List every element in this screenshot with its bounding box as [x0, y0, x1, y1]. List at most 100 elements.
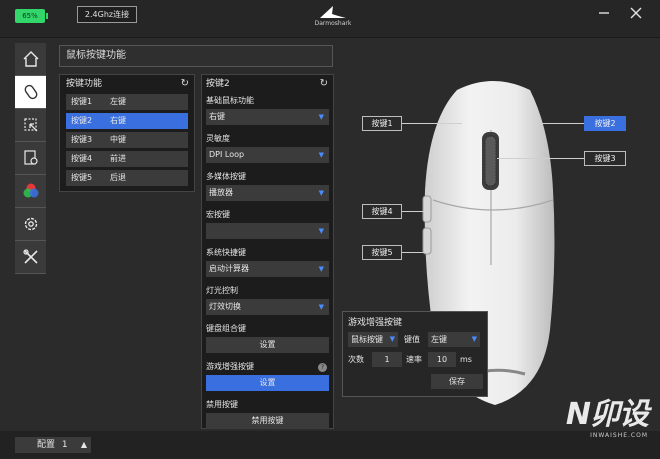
disable-key-label: 禁用按键 — [206, 400, 238, 409]
media-key-label: 多媒体按键 — [206, 172, 246, 181]
sidebar-item-lighting[interactable] — [15, 175, 46, 208]
help-icon[interactable]: ? — [318, 363, 327, 372]
tools-icon — [22, 249, 38, 264]
refresh-icon[interactable]: ↻ — [181, 75, 189, 93]
rate-input[interactable]: 10 — [428, 351, 456, 367]
count-input[interactable]: 1 — [372, 351, 402, 367]
callout-key-4[interactable]: 按键4 — [362, 204, 402, 219]
game-enhance-panel: 游戏增强按键 鼠标按键 ▼ 键值 左键 ▼ 次数 1 速率 10 ms 保存 — [342, 311, 488, 397]
key-detail-panel: 按键2 ↻ 基础鼠标功能 右键 ▼ 灵敏度 DPI Loop ▼ 多媒体按键 播放器… — [201, 74, 334, 429]
callout-key-2[interactable]: 按键2 — [584, 116, 626, 131]
callout-line — [402, 252, 424, 253]
sidebar — [15, 43, 46, 283]
game-enhance-label-text: 游戏增强按键 — [206, 362, 254, 371]
callout-key-1[interactable]: 按键1 — [362, 116, 402, 131]
basic-function-select[interactable]: 右键 ▼ — [206, 109, 329, 125]
system-shortcut-select[interactable]: 启动计算器 ▼ — [206, 261, 329, 277]
close-button[interactable] — [628, 7, 644, 23]
rate-label: 速率 — [406, 354, 422, 364]
profile-number: 1 — [61, 440, 68, 450]
key-row-4[interactable]: 按键4 前进 — [66, 151, 188, 167]
macro-key-select[interactable]: ▼ — [206, 223, 329, 239]
home-icon — [23, 51, 38, 67]
select-value: 播放器 — [209, 188, 233, 197]
detail-title: 按键2 — [206, 79, 230, 89]
minimize-button[interactable] — [596, 7, 612, 23]
keyboard-combo-set-button[interactable]: 设置 — [206, 337, 329, 353]
callout-line — [537, 123, 584, 124]
select-value: 左键 — [431, 334, 447, 344]
media-key-select[interactable]: 播放器 ▼ — [206, 185, 329, 201]
light-control-label: 灯光控制 — [206, 286, 238, 295]
sidebar-item-settings[interactable] — [15, 208, 46, 241]
chevron-up-icon: ▲ — [80, 440, 87, 449]
game-enhance-set-button[interactable]: 设置 — [206, 375, 329, 391]
dropdown-arrow-icon: ▼ — [318, 303, 324, 311]
sidebar-item-mouse-buttons[interactable] — [15, 76, 46, 109]
key-row-1[interactable]: 按键1 左键 — [66, 94, 188, 110]
sensitivity-select[interactable]: DPI Loop ▼ — [206, 147, 329, 163]
shark-fin-icon — [320, 6, 346, 18]
watermark-brand: N卯设 — [565, 397, 649, 432]
dropdown-arrow-icon: ▼ — [318, 265, 324, 273]
select-value: 鼠标按键 — [351, 334, 383, 344]
game-type-select[interactable]: 鼠标按键 ▼ — [348, 331, 398, 347]
key-function-list: 按键功能 ↻ 按键1 左键 按键2 右键 按键3 中键 按键4 前进 按键5 后退 — [59, 74, 195, 192]
key-name: 按键4 — [71, 154, 93, 163]
key-function: 中键 — [110, 135, 126, 144]
select-value: 启动计算器 — [209, 264, 249, 273]
dropdown-arrow-icon: ▼ — [318, 189, 324, 197]
sidebar-item-tools[interactable] — [15, 241, 46, 274]
dropdown-arrow-icon: ▼ — [471, 334, 477, 343]
title-bar: 65% 2.4Ghz连接 Darmoshark — [0, 0, 660, 38]
connection-status: 2.4Ghz连接 — [77, 6, 137, 23]
game-key-select[interactable]: 左键 ▼ — [428, 331, 480, 347]
logo-text: Darmoshark — [314, 20, 352, 27]
key-row-3[interactable]: 按键3 中键 — [66, 132, 188, 148]
key-list-title: 按键功能 — [66, 79, 103, 89]
game-enhance-row-count: 次数 1 速率 10 ms — [343, 349, 487, 369]
key-function: 左键 — [110, 97, 126, 106]
gear-icon — [24, 217, 37, 231]
rgb-color-icon — [23, 183, 38, 198]
key-name: 按键1 — [71, 97, 93, 106]
save-button[interactable]: 保存 — [431, 374, 483, 389]
dropdown-arrow-icon: ▼ — [318, 227, 324, 235]
game-enhance-title: 游戏增强按键 — [348, 318, 403, 328]
dropdown-arrow-icon: ▼ — [318, 151, 324, 159]
battery-level: 65% — [22, 12, 38, 20]
callout-line — [402, 211, 424, 212]
sidebar-item-performance[interactable] — [15, 142, 46, 175]
light-control-select[interactable]: 灯效切换 ▼ — [206, 299, 329, 315]
macro-edit-icon — [23, 118, 37, 132]
rate-unit: ms — [460, 354, 472, 364]
game-enhance-row-key: 鼠标按键 ▼ 键值 左键 ▼ — [343, 329, 487, 349]
sidebar-item-home[interactable] — [15, 43, 46, 76]
watermark-logo: N卯设 — [548, 397, 649, 432]
refresh-icon[interactable]: ↻ — [320, 75, 328, 93]
key-function: 后退 — [110, 173, 126, 182]
callout-line — [497, 158, 584, 159]
callout-key-5[interactable]: 按键5 — [362, 245, 402, 260]
key-row-2[interactable]: 按键2 右键 — [66, 113, 188, 129]
key-row-5[interactable]: 按键5 后退 — [66, 170, 188, 186]
settings-sheet-icon — [23, 150, 38, 165]
callout-line — [402, 123, 462, 124]
close-icon — [630, 7, 642, 19]
page-title: 鼠标按键功能 — [59, 45, 333, 67]
sensitivity-label: 灵敏度 — [206, 134, 230, 143]
key-function: 前进 — [110, 154, 126, 163]
sidebar-item-macro[interactable] — [15, 109, 46, 142]
system-shortcut-label: 系统快捷键 — [206, 248, 246, 257]
key-list-header: 按键功能 ↻ — [60, 75, 194, 93]
keyboard-combo-label: 键盘组合键 — [206, 324, 246, 333]
disable-key-button[interactable]: 禁用按键 — [206, 413, 329, 429]
profile-label: 配置 — [37, 440, 56, 450]
key-function: 右键 — [110, 116, 126, 125]
detail-header: 按键2 ↻ — [202, 75, 333, 93]
dropdown-arrow-icon: ▼ — [389, 334, 395, 343]
select-value: 右键 — [209, 112, 225, 121]
profile-selector[interactable]: 配置 1 ▲ — [15, 437, 91, 453]
mouse-icon — [24, 84, 37, 100]
callout-key-3[interactable]: 按键3 — [584, 151, 626, 166]
